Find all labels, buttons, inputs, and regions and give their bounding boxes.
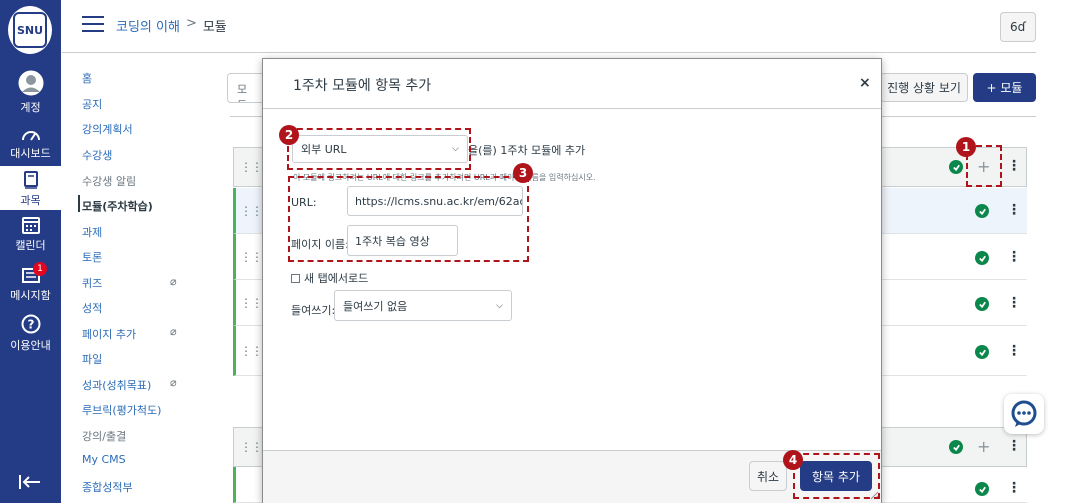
drag-handle-icon[interactable]: ⋮⋮ [240,344,263,358]
module-kebab-menu-icon[interactable]: ⋮ [1007,158,1021,174]
item-kebab-menu-icon[interactable]: ⋮ [1007,295,1021,311]
highlight-box-url-fields [288,176,529,262]
course-nav-home[interactable]: 홈 [82,70,92,86]
course-nav-assignments[interactable]: 과제 [82,224,102,240]
new-tab-checkbox[interactable] [291,273,300,283]
new-tab-label: 새 탭에서로드 [304,272,369,285]
university-logo[interactable]: SNU [8,6,52,54]
add-module-button[interactable]: + 모듈 [973,73,1036,102]
gnav-account[interactable]: 계정 [0,70,61,118]
account-icon [18,70,43,96]
item-kebab-menu-icon[interactable]: ⋮ [1007,249,1021,265]
course-nav-modules[interactable]: 모듈(주차학습) [78,195,153,214]
highlight-box-add-button [793,453,880,499]
course-nav-files[interactable]: 파일 [82,351,102,367]
logo-text: SNU [13,12,47,48]
hidden-eye-icon: ⌀ [170,376,177,389]
published-check-icon[interactable] [949,440,963,454]
courses-book-icon [23,171,38,189]
gnav-account-label: 계정 [20,101,41,114]
svg-text:?: ? [27,318,34,332]
callout-step-1: 1 [956,137,976,157]
add-to-module-text: 을(를) 1주차 모듈에 추가 [468,144,586,157]
gnav-help[interactable]: ? 이용안내 [0,314,61,356]
course-nav-quizzes[interactable]: 퀴즈 [82,275,102,291]
module-search-input[interactable]: 모듈 [227,73,267,103]
highlight-box-type-select [287,128,471,170]
gnav-dashboard-label: 대시보드 [10,147,51,160]
drag-handle-icon[interactable]: ⋮⋮ [240,204,263,218]
published-check-icon[interactable] [975,204,989,218]
course-nav-gradebook[interactable]: 종합성적부 [82,479,133,495]
indent-label: 들여쓰기: [291,304,336,317]
breadcrumb-separator: > [185,16,197,31]
immersive-reader-glasses-button[interactable]: 6ɗ [1000,12,1036,42]
module-kebab-menu-icon[interactable]: ⋮ [1007,438,1021,454]
drag-handle-icon[interactable]: ⋮⋮ [240,296,263,310]
gnav-courses[interactable]: 과목 [0,166,61,210]
course-nav-discussions[interactable]: 토론 [82,249,102,265]
breadcrumb: 코딩의 이해 > 모듈 [116,16,227,35]
global-nav: SNU 계정 대시보드 과목 캘린더 1 메시지함 ? 이용안내 [0,0,61,503]
chevron-down-icon: ⌵ [496,300,503,311]
view-progress-button[interactable]: 진행 상황 보기 [880,73,968,102]
chat-button[interactable] [1004,394,1044,434]
course-nav-attendance[interactable]: 강의/출결 [82,428,126,444]
published-check-icon[interactable] [975,345,989,359]
course-nav-people[interactable]: 수강생 [82,147,112,163]
published-check-icon[interactable] [975,297,989,311]
hidden-eye-icon: ⌀ [170,325,177,338]
course-nav-pages[interactable]: 페이지 추가 [82,326,136,342]
gnav-calendar-label: 캘린더 [15,239,46,252]
add-item-plus-icon[interactable]: + [977,437,990,456]
new-tab-option[interactable]: 새 탭에서로드 [291,270,368,286]
drag-handle-icon[interactable]: ⋮⋮ [240,250,263,264]
callout-step-3: 3 [513,163,533,183]
gnav-dashboard[interactable]: 대시보드 [0,126,61,166]
course-nav-my-cms[interactable]: My CMS [82,453,126,466]
modal-header-divider [263,108,881,109]
course-nav-student-alerts[interactable]: 수강생 알림 [82,173,136,189]
hidden-eye-icon: ⌀ [170,275,177,288]
header-divider [62,52,1036,53]
gnav-calendar[interactable]: 캘린더 [0,216,61,258]
item-kebab-menu-icon[interactable]: ⋮ [1007,480,1021,496]
course-nav-outcomes[interactable]: 성과(성취목표) [82,377,151,393]
breadcrumb-current: 모듈 [202,20,227,35]
gnav-inbox-label: 메시지함 [10,289,51,302]
published-check-icon[interactable] [949,160,963,174]
callout-step-4: 4 [783,450,803,470]
course-nav-syllabus[interactable]: 강의계획서 [82,121,133,137]
course-nav-rubrics[interactable]: 루브릭(평가척도) [82,402,161,418]
callout-step-2: 2 [279,125,299,145]
help-icon: ? [21,314,40,334]
collapse-nav-icon[interactable] [19,474,41,490]
course-menu-toggle[interactable] [82,16,104,32]
item-kebab-menu-icon[interactable]: ⋮ [1007,202,1021,218]
close-icon[interactable]: × [859,75,871,91]
published-check-icon[interactable] [975,251,989,265]
chat-bubble-icon [1011,400,1037,427]
drag-handle-icon[interactable]: ⋮⋮ [240,440,263,454]
course-nav-announcements[interactable]: 공지 [82,96,102,112]
indent-value: 들여쓰기 없음 [343,299,408,313]
item-kebab-menu-icon[interactable]: ⋮ [1007,343,1021,359]
dashboard-icon [21,131,40,141]
gnav-inbox[interactable]: 1 메시지함 [0,262,61,306]
breadcrumb-course-link[interactable]: 코딩의 이해 [116,16,180,35]
modal-title: 1주차 모듈에 항목 추가 [293,78,432,94]
glasses-icon: 6ɗ [1010,20,1026,34]
cancel-button[interactable]: 취소 [749,461,787,491]
gnav-help-label: 이용안내 [10,339,51,352]
add-item-modal: 1주차 모듈에 항목 추가 × 외부 URL ⌵ 을(를) 1주차 모듈에 추가… [262,58,882,503]
course-nav-grades[interactable]: 성적 [82,300,102,316]
calendar-icon [21,217,40,234]
drag-handle-icon[interactable]: ⋮⋮ [240,160,263,174]
gnav-courses-label: 과목 [20,194,41,207]
published-check-icon[interactable] [975,482,989,496]
inbox-unread-badge: 1 [33,262,47,276]
indent-select[interactable]: 들여쓰기 없음 ⌵ [334,290,512,321]
